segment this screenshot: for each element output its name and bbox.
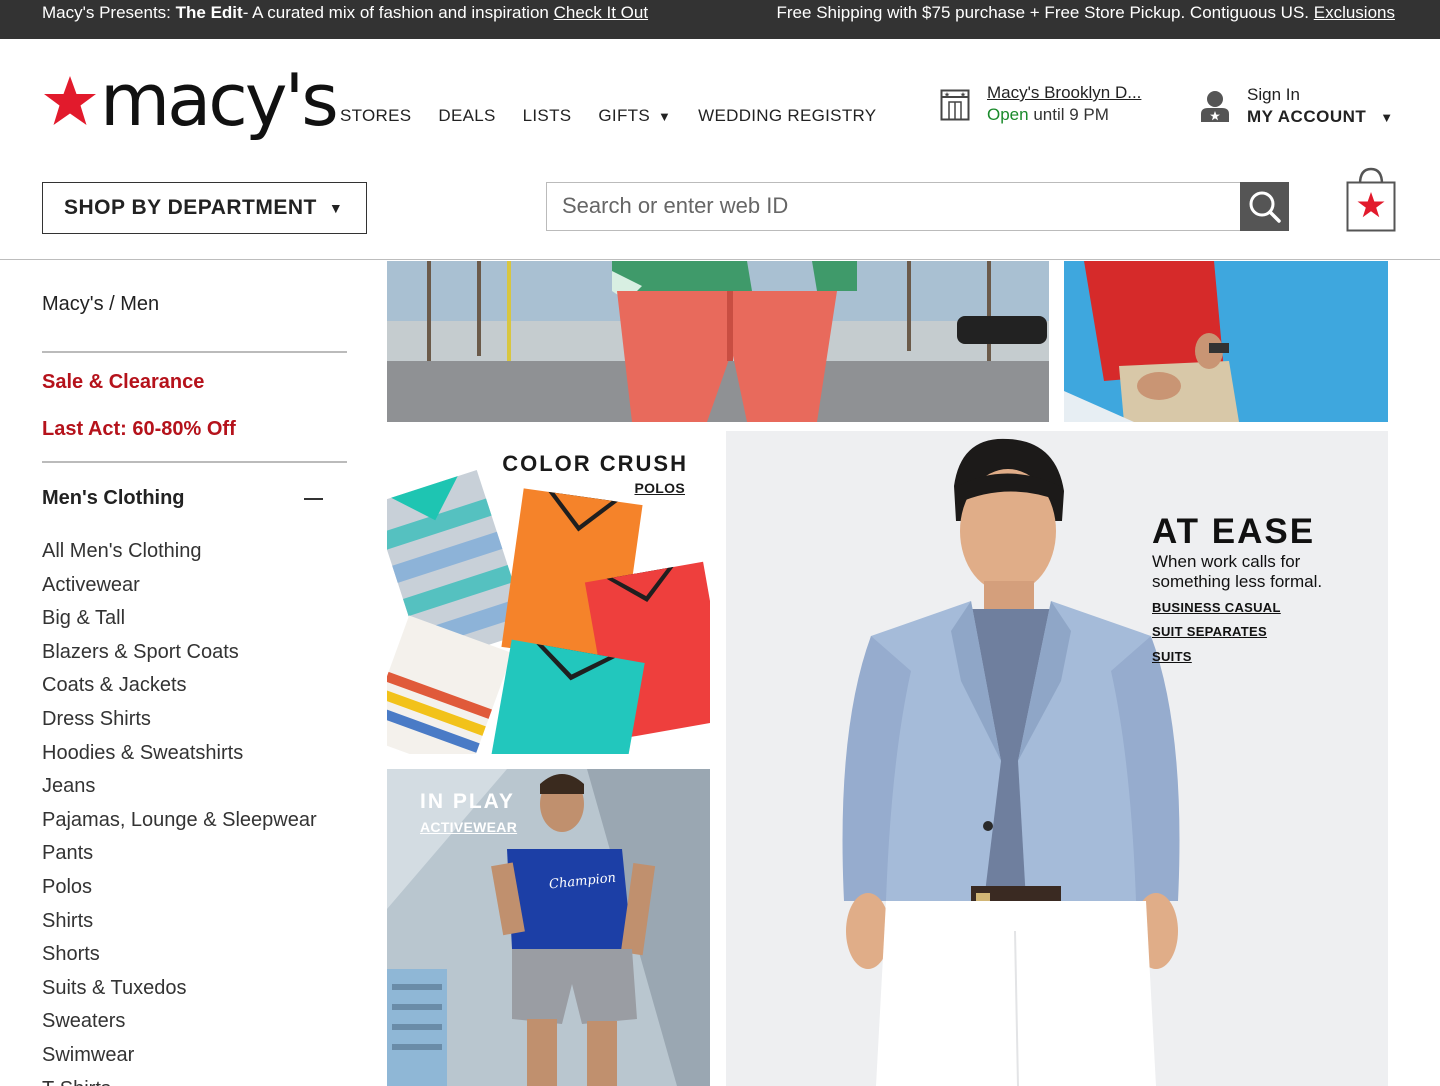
sidebar-divider <box>42 351 347 353</box>
sidebar-item-dress-shirts[interactable]: Dress Shirts <box>42 704 347 738</box>
sidebar-item-t-shirts[interactable]: T-Shirts <box>42 1074 347 1086</box>
suit-separates-link[interactable]: SUIT SEPARATES <box>1152 624 1267 639</box>
polos-link[interactable]: POLOS <box>634 480 685 496</box>
search-button[interactable] <box>1240 182 1289 231</box>
promo-tile-at-ease[interactable]: AT EASE When work calls for something le… <box>726 431 1388 1086</box>
minus-icon[interactable] <box>304 498 323 500</box>
in-play-title: IN PLAY <box>420 790 515 813</box>
caret-down-icon: ▼ <box>1380 110 1394 125</box>
sidebar-item-pajamas[interactable]: Pajamas, Lounge & Sleepwear <box>42 805 347 839</box>
my-account-dropdown[interactable]: MY ACCOUNT ▼ <box>1247 107 1394 127</box>
store-open-status: Open <box>987 105 1029 124</box>
at-ease-subtitle-line-2: something less formal. <box>1152 572 1323 591</box>
promo-prefix: Macy's Presents: <box>42 3 176 22</box>
activewear-photo <box>387 769 710 1086</box>
shopping-bag-icon <box>1346 167 1396 232</box>
at-ease-title: AT EASE <box>1152 512 1316 551</box>
store-locator[interactable]: Macy's Brooklyn D... Open until 9 PM <box>940 83 1170 129</box>
shipping-text: Free Shipping with $75 purchase + Free S… <box>776 3 1314 22</box>
sidebar-item-big-tall[interactable]: Big & Tall <box>42 603 347 637</box>
exclusions-link[interactable]: Exclusions <box>1314 3 1395 22</box>
promo-tile-color-crush[interactable]: COLOR CRUSH POLOS <box>387 431 710 754</box>
sidebar-item-jeans[interactable]: Jeans <box>42 771 347 805</box>
sidebar-item-coats-jackets[interactable]: Coats & Jackets <box>42 670 347 704</box>
sidebar-divider <box>42 461 347 463</box>
promo-left: Macy's Presents: The Edit- A curated mix… <box>42 3 648 23</box>
department-label: SHOP BY DEPARTMENT <box>64 196 317 219</box>
caret-down-icon: ▼ <box>328 200 344 216</box>
shopping-bag-button[interactable] <box>1346 167 1396 233</box>
shop-by-department-button[interactable]: SHOP BY DEPARTMENT ▼ <box>42 182 367 234</box>
main-nav: STORES DEALS LISTS GIFTS ▼ WEDDING REGIST… <box>340 106 876 126</box>
header-divider <box>0 259 1440 260</box>
account-menu[interactable]: Sign In MY ACCOUNT ▼ <box>1199 84 1399 134</box>
nav-gifts[interactable]: GIFTS ▼ <box>598 106 671 126</box>
red-polo-photo <box>1064 261 1388 422</box>
sign-in-link[interactable]: Sign In <box>1247 85 1300 105</box>
search-input[interactable] <box>547 183 1240 229</box>
sidebar-item-shorts[interactable]: Shorts <box>42 939 347 973</box>
sale-clearance-link[interactable]: Sale & Clearance <box>42 371 204 394</box>
store-closing-time: until 9 PM <box>1028 105 1109 124</box>
search-bar <box>546 182 1289 231</box>
sidebar-item-swimwear[interactable]: Swimwear <box>42 1040 347 1074</box>
star-icon <box>44 76 96 125</box>
macys-logo[interactable]: macy's <box>42 58 339 144</box>
sidebar-item-polos[interactable]: Polos <box>42 872 347 906</box>
nav-wedding-registry[interactable]: WEDDING REGISTRY <box>698 106 876 126</box>
promo-tile-in-play[interactable]: IN PLAY ACTIVEWEAR Champion <box>387 769 710 1086</box>
business-casual-link[interactable]: BUSINESS CASUAL <box>1152 600 1281 615</box>
activewear-link[interactable]: ACTIVEWEAR <box>420 819 517 835</box>
sidebar-item-pants[interactable]: Pants <box>42 838 347 872</box>
sidebar-item-all-mens-clothing[interactable]: All Men's Clothing <box>42 536 347 570</box>
sidebar-item-blazers[interactable]: Blazers & Sport Coats <box>42 637 347 671</box>
logo-wordmark: macy's <box>100 58 339 142</box>
nav-deals[interactable]: DEALS <box>438 106 495 126</box>
promo-description: - A curated mix of fashion and inspirati… <box>242 3 554 22</box>
color-crush-title: COLOR CRUSH <box>502 451 688 476</box>
check-it-out-link[interactable]: Check It Out <box>554 3 648 22</box>
search-icon <box>1249 191 1281 223</box>
at-ease-subtitle-line-1: When work calls for <box>1152 552 1301 571</box>
category-list: All Men's Clothing Activewear Big & Tall… <box>42 536 347 1086</box>
user-icon <box>1201 91 1229 122</box>
store-hours: Open until 9 PM <box>987 105 1109 125</box>
last-act-link[interactable]: Last Act: 60-80% Off <box>42 418 236 441</box>
sidebar-item-suits-tuxedos[interactable]: Suits & Tuxedos <box>42 973 347 1007</box>
breadcrumb[interactable]: Macy's / Men <box>42 293 159 316</box>
nav-stores[interactable]: STORES <box>340 106 411 126</box>
promo-tile-red-pants[interactable] <box>387 261 1049 422</box>
my-account-label: MY ACCOUNT <box>1247 107 1367 126</box>
caret-down-icon: ▼ <box>657 109 672 124</box>
nav-gifts-label: GIFTS <box>598 106 650 125</box>
section-title-mens-clothing[interactable]: Men's Clothing <box>42 487 185 510</box>
at-ease-subtitle: When work calls for something less forma… <box>1152 552 1322 592</box>
red-pants-photo <box>387 261 1049 422</box>
promo-tile-red-polo[interactable] <box>1064 261 1388 422</box>
promo-right: Free Shipping with $75 purchase + Free S… <box>777 3 1395 23</box>
store-icon <box>940 89 970 121</box>
sidebar-item-sweaters[interactable]: Sweaters <box>42 1006 347 1040</box>
sidebar-item-shirts[interactable]: Shirts <box>42 906 347 940</box>
store-name-link[interactable]: Macy's Brooklyn D... <box>987 83 1141 103</box>
sidebar-item-hoodies[interactable]: Hoodies & Sweatshirts <box>42 738 347 772</box>
nav-lists[interactable]: LISTS <box>523 106 572 126</box>
suits-link[interactable]: SUITS <box>1152 649 1192 664</box>
promo-edit-name: The Edit <box>175 3 243 22</box>
sidebar-item-activewear[interactable]: Activewear <box>42 570 347 604</box>
promo-bar: Macy's Presents: The Edit- A curated mix… <box>0 0 1440 39</box>
